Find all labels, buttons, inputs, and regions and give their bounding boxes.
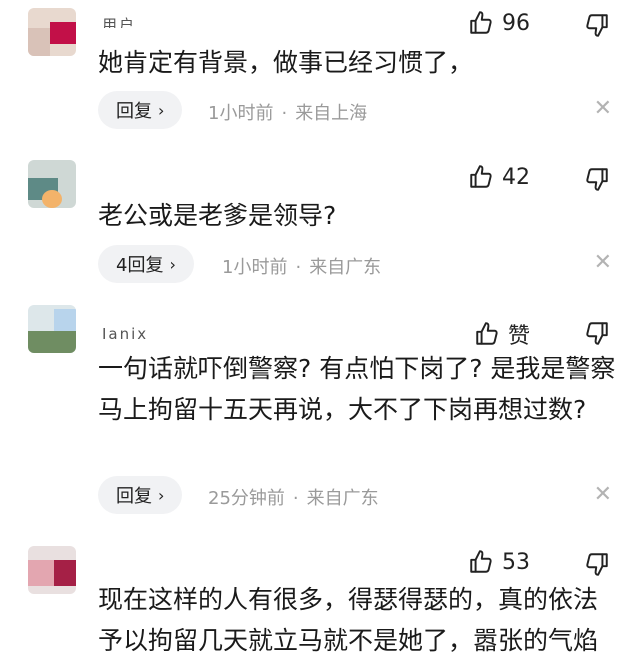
thumbs-up-icon (470, 550, 492, 573)
avatar[interactable] (28, 546, 76, 594)
comment-text: 一句话就吓倒警察? 有点怕下岗了? 是我是警察马上拘留十五天再说，大不了下岗再想… (98, 354, 616, 424)
reply-label: 回复 (116, 486, 152, 507)
close-icon[interactable]: ✕ (594, 250, 612, 275)
like-count: 96 (502, 10, 530, 36)
thumbs-down-icon (586, 168, 608, 191)
dislike-button[interactable] (584, 320, 610, 350)
dislike-button[interactable] (584, 12, 610, 42)
comment-time: 1小时前 (222, 257, 288, 278)
like-button[interactable]: 赞 (474, 318, 530, 350)
like-button[interactable]: 42 (468, 164, 530, 190)
comment-meta: 25分钟前 · 来自广东 (208, 488, 379, 509)
like-count: 赞 (507, 324, 530, 349)
avatar[interactable] (28, 8, 76, 56)
thumbs-down-icon (586, 14, 608, 37)
avatar[interactable] (28, 160, 76, 208)
like-button[interactable]: 96 (468, 10, 530, 36)
chevron-right-icon: › (169, 254, 176, 274)
reply-button[interactable]: 4回复 › (98, 245, 194, 283)
reply-button[interactable]: 回复 › (98, 476, 183, 514)
comment-location: 来自上海 (295, 103, 368, 124)
like-count: 42 (502, 164, 530, 190)
username[interactable]: 用户 (102, 14, 136, 28)
like-count: 53 (502, 549, 530, 575)
thumbs-up-icon (470, 165, 492, 188)
reply-button[interactable]: 回复 › (98, 91, 183, 129)
thumbs-down-icon (586, 553, 608, 576)
chevron-right-icon: › (158, 100, 165, 120)
comment-meta: 1小时前 · 来自上海 (208, 103, 368, 124)
dislike-button[interactable] (584, 166, 610, 196)
comment-location: 来自广东 (309, 257, 382, 278)
comment-time: 25分钟前 (208, 488, 285, 509)
comment-text: 她肯定有背景，做事已经习惯了， (98, 48, 474, 77)
username[interactable]: Janix (102, 325, 148, 339)
comment-location: 来自广东 (306, 488, 379, 509)
chevron-right-icon: › (158, 485, 165, 505)
thumbs-down-icon (586, 322, 608, 345)
thumbs-up-icon (476, 322, 498, 345)
dislike-button[interactable] (584, 551, 610, 581)
thumbs-up-icon (470, 11, 492, 34)
close-icon[interactable]: ✕ (594, 482, 612, 507)
avatar[interactable] (28, 305, 76, 353)
close-icon[interactable]: ✕ (594, 96, 612, 121)
comment-text: 老公或是老爹是领导? (98, 201, 337, 230)
comment-time: 1小时前 (208, 103, 274, 124)
comment-meta: 1小时前 · 来自广东 (222, 257, 382, 278)
reply-label: 回复 (116, 101, 152, 122)
comment-text: 现在这样的人有很多，得瑟得瑟的，真的依法予以拘留几天就立马就不是她了，嚣张的气焰 (98, 585, 599, 655)
reply-label: 4回复 (116, 255, 164, 276)
like-button[interactable]: 53 (468, 549, 530, 575)
